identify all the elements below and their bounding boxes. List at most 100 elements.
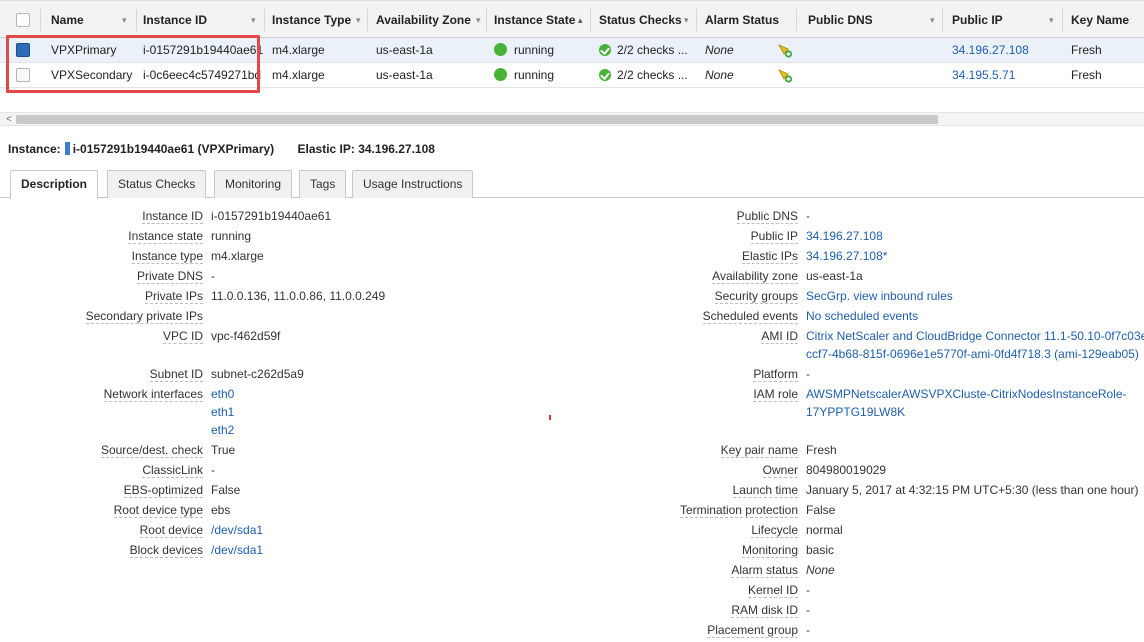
highlight-box	[6, 35, 260, 93]
col-header-availability-zone[interactable]: Availability Zone	[376, 1, 471, 39]
field-value: -	[806, 367, 810, 381]
ami-id-link[interactable]: ccf7-4b68-815f-0696e1e5770f-ami-0fd4f718…	[806, 345, 1139, 363]
field-key: Instance ID	[142, 209, 203, 224]
cell-key-name: Fresh	[1071, 43, 1102, 57]
scheduled-events-link[interactable]: No scheduled events	[806, 307, 918, 325]
table-header: Name ▾ Instance ID ▾ Instance Type ▾ Ava…	[0, 0, 1144, 38]
ami-id-link[interactable]: Citrix NetScaler and CloudBridge Connect…	[806, 327, 1144, 345]
tab-usage-instructions[interactable]: Usage Instructions	[352, 170, 474, 198]
green-check-icon	[599, 43, 611, 56]
column-separator	[40, 9, 41, 31]
select-all-checkbox[interactable]	[16, 13, 30, 27]
col-header-public-ip[interactable]: Public IP	[952, 1, 1003, 39]
left-arrow-icon[interactable]: <	[6, 113, 12, 127]
column-separator	[367, 9, 368, 31]
field-key: AMI ID	[761, 329, 798, 344]
field-key: Subnet ID	[149, 367, 203, 382]
cell-public-ip[interactable]: 34.196.27.108	[952, 38, 1029, 62]
cell-status-checks: 2/2 checks ...	[599, 63, 688, 87]
root-device-link[interactable]: /dev/sda1	[211, 521, 263, 539]
sort-instance-state-icon[interactable]: ▴	[578, 1, 583, 39]
iam-role-link[interactable]: AWSMPNetscalerAWSVPXCluste-CitrixNodesIn…	[806, 385, 1127, 403]
field-key: Network interfaces	[103, 387, 203, 402]
col-header-instance-state[interactable]: Instance State	[494, 1, 575, 39]
field-key: Placement group	[707, 623, 798, 638]
field-key: Availability zone	[712, 269, 798, 284]
network-interface-link[interactable]: eth0	[211, 385, 234, 403]
field-key: Kernel ID	[747, 583, 798, 598]
col-header-instance-id[interactable]: Instance ID	[143, 1, 207, 39]
column-separator	[1062, 9, 1063, 31]
field-value: ebs	[211, 503, 231, 517]
col-header-public-dns[interactable]: Public DNS	[808, 1, 873, 39]
cell-availability-zone: us-east-1a	[376, 43, 433, 57]
cell-instance-state: running	[494, 38, 554, 62]
sort-public-ip-icon[interactable]: ▾	[1049, 1, 1054, 39]
elastic-ip-label: Elastic IP: 34.196.27.108	[297, 142, 435, 156]
field-key: Instance type	[131, 249, 203, 264]
col-header-key-name[interactable]: Key Name	[1071, 1, 1129, 39]
field-key: Monitoring	[741, 543, 798, 558]
field-value: January 5, 2017 at 4:32:15 PM UTC+5:30 (…	[806, 483, 1139, 497]
cell-status-checks: 2/2 checks ...	[599, 38, 688, 62]
sort-instance-id-icon[interactable]: ▾	[251, 1, 256, 39]
column-separator	[590, 9, 591, 31]
field-key: Public IP	[750, 229, 798, 244]
elastic-ip-link[interactable]: 34.196.27.108*	[806, 247, 887, 265]
field-key: Key pair name	[720, 443, 798, 458]
view-inbound-rules-link[interactable]: . view inbound rules	[847, 289, 953, 303]
field-value: -	[211, 463, 215, 477]
field-value: running	[211, 229, 252, 243]
col-header-status-checks[interactable]: Status Checks	[599, 1, 682, 39]
field-key: Owner	[762, 463, 798, 478]
field-key: EBS-optimized	[123, 483, 203, 498]
horizontal-scrollbar[interactable]: <	[0, 112, 1144, 126]
column-separator	[696, 9, 697, 31]
field-value: i-0157291b19440ae61	[211, 209, 332, 223]
sort-name-icon[interactable]: ▾	[122, 1, 127, 39]
public-ip-link[interactable]: 34.196.27.108	[806, 227, 883, 245]
col-header-name[interactable]: Name	[51, 1, 84, 39]
tab-tags[interactable]: Tags	[299, 170, 347, 198]
col-header-instance-type[interactable]: Instance Type	[272, 1, 351, 39]
field-key: VPC ID	[162, 329, 203, 344]
field-value: -	[806, 583, 810, 597]
field-key: Source/dest. check	[100, 443, 203, 458]
cell-availability-zone: us-east-1a	[376, 68, 433, 82]
iam-role-link[interactable]: 17YPPTG19LW8K	[806, 403, 905, 421]
sort-availability-zone-icon[interactable]: ▾	[476, 1, 481, 39]
cursor-mark	[549, 415, 551, 420]
field-key: Elastic IPs	[741, 249, 798, 264]
field-key: Instance state	[128, 229, 203, 244]
field-key: Public DNS	[736, 209, 798, 224]
field-value: False	[211, 483, 241, 497]
instance-value: i-0157291b19440ae61 (VPXPrimary)	[72, 142, 275, 156]
field-key: Platform	[753, 367, 798, 382]
field-value: m4.xlarge	[211, 249, 264, 263]
cell-public-ip[interactable]: 34.195.5.71	[952, 63, 1015, 87]
block-device-link[interactable]: /dev/sda1	[211, 541, 263, 559]
sort-instance-type-icon[interactable]: ▾	[356, 1, 361, 39]
alarm-bell-add-icon[interactable]	[776, 41, 794, 59]
tab-status-checks[interactable]: Status Checks	[107, 170, 207, 198]
scrollbar-thumb[interactable]	[16, 115, 938, 124]
sort-public-dns-icon[interactable]: ▾	[930, 1, 935, 39]
field-key: Private IPs	[144, 289, 203, 304]
field-key: Root device	[139, 523, 203, 538]
field-key: ClassicLink	[142, 463, 203, 478]
field-key: Lifecycle	[751, 523, 798, 538]
tab-monitoring[interactable]: Monitoring	[214, 170, 293, 198]
col-header-alarm-status[interactable]: Alarm Status	[705, 1, 779, 39]
tab-description[interactable]: Description	[10, 170, 99, 199]
sort-status-checks-icon[interactable]: ▾	[684, 1, 689, 39]
field-value: -	[806, 209, 810, 223]
security-group-link[interactable]: SecGrp. view inbound rules	[806, 287, 953, 305]
column-separator	[796, 9, 797, 31]
field-value: -	[806, 603, 810, 617]
details-tabs: Description Status Checks Monitoring Tag…	[0, 166, 1144, 199]
network-interface-link[interactable]: eth2	[211, 421, 234, 439]
field-key: Root device type	[113, 503, 203, 518]
cell-instance-type: m4.xlarge	[272, 68, 325, 82]
alarm-bell-add-icon[interactable]	[776, 66, 794, 84]
network-interface-link[interactable]: eth1	[211, 403, 234, 421]
